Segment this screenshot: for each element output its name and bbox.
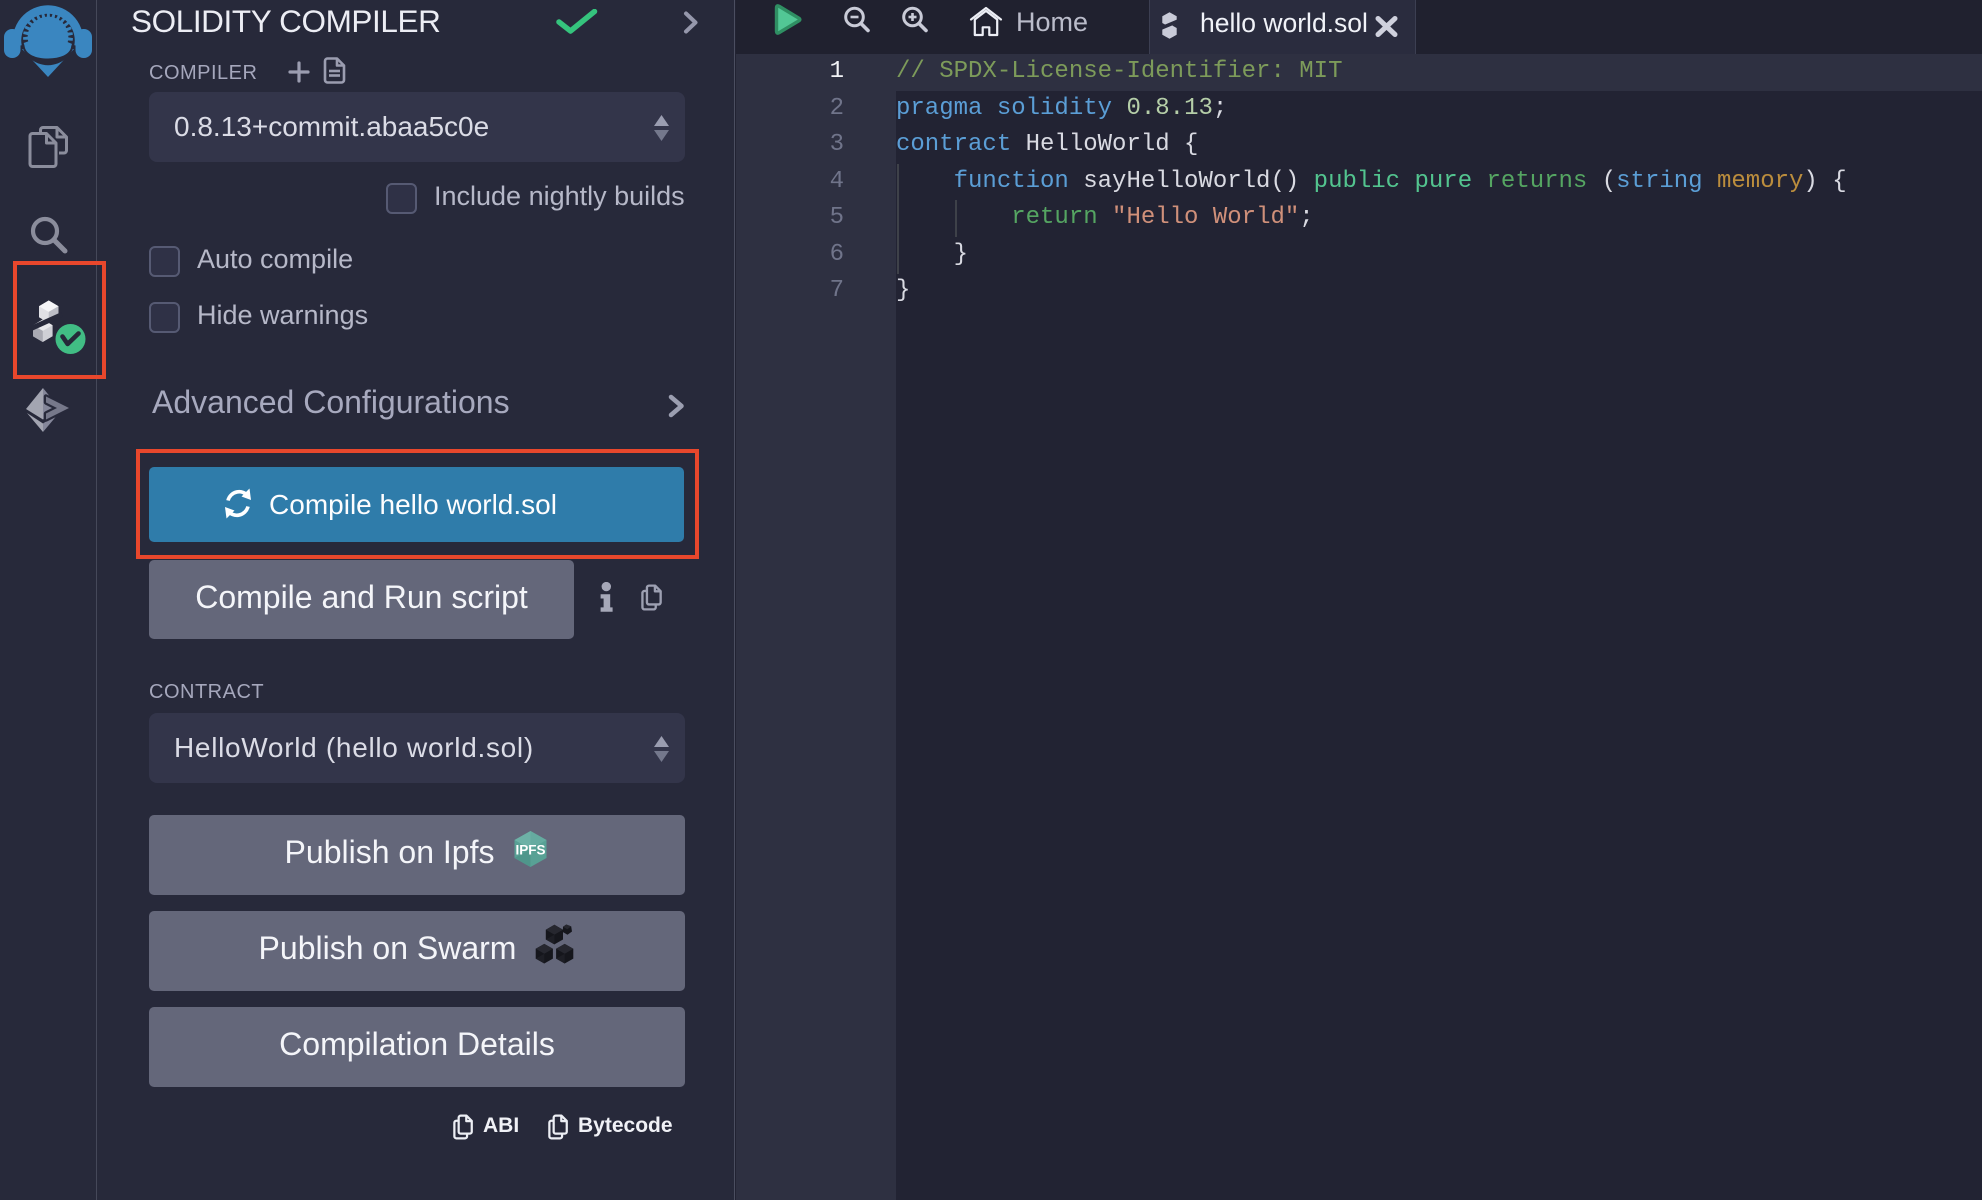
svg-text:IPFS: IPFS — [516, 842, 546, 857]
